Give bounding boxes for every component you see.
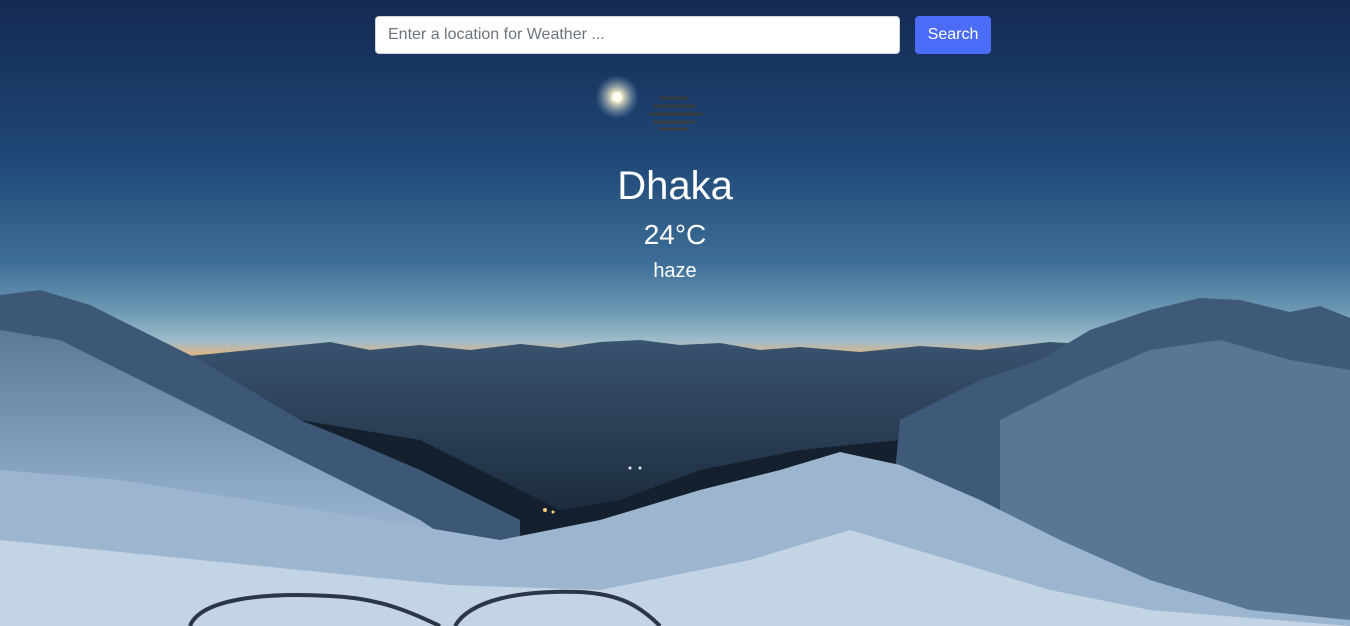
weather-description: haze [653,260,697,282]
search-bar: Search [375,16,991,54]
temperature: 24°C [643,219,707,250]
location-search-input[interactable] [375,16,900,54]
search-button[interactable]: Search [915,16,991,54]
weather-page: Search Dhaka 24°C haze [0,0,1350,626]
city-name: Dhaka [617,164,733,208]
haze-icon [648,96,704,131]
